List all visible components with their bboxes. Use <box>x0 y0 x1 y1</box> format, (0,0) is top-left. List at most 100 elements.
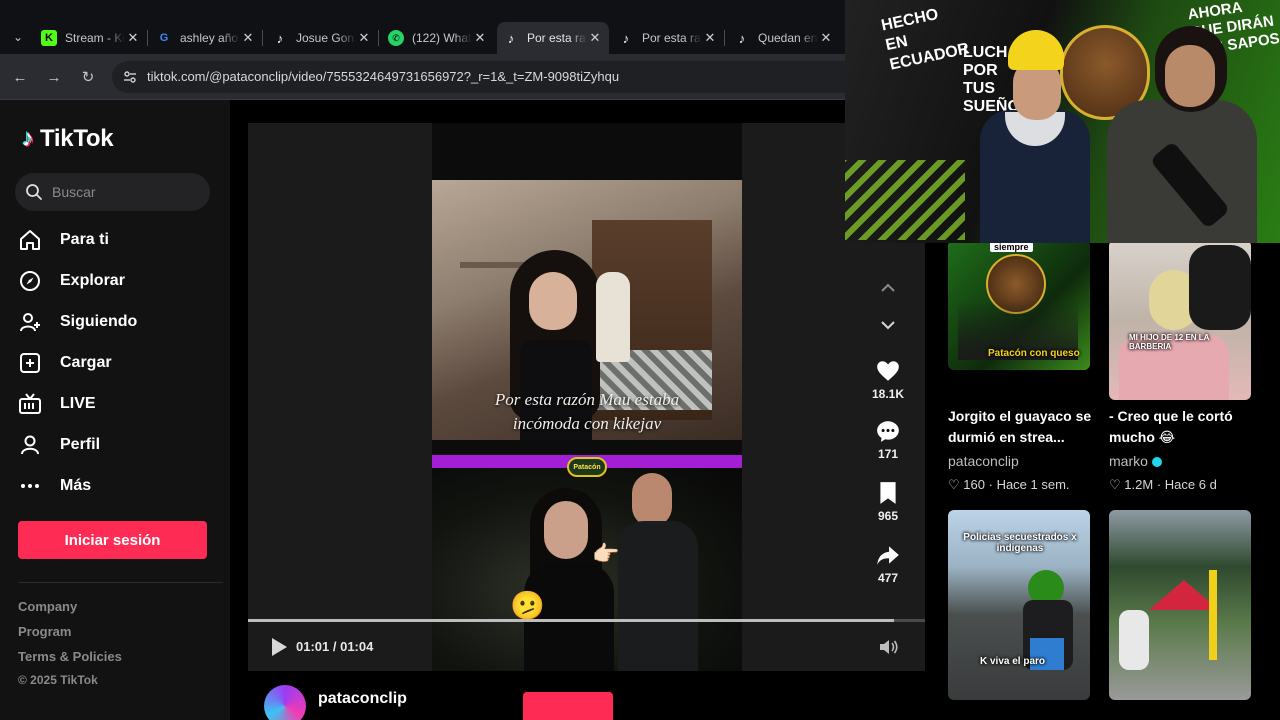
tab-title: Por esta razón <box>642 31 702 45</box>
sidebar-item-label: LIVE <box>60 395 96 412</box>
progress-bar[interactable] <box>248 619 926 622</box>
author-name[interactable]: marko <box>1109 453 1148 469</box>
comment-icon[interactable] <box>866 417 910 445</box>
flag <box>1209 570 1217 660</box>
browser-tab[interactable]: Gashley año ✕ <box>150 22 263 54</box>
recommendation-meta: ♡ 160 · Hace 1 sem. <box>948 477 1070 493</box>
search-box[interactable] <box>15 173 210 211</box>
post-age: Hace 1 sem. <box>996 477 1070 492</box>
heart-icon[interactable] <box>866 357 910 385</box>
tiktok-note-icon: ♪ <box>22 125 34 152</box>
meta-separator: · <box>1156 477 1165 492</box>
tab-title: Por esta razón <box>527 31 587 45</box>
sidebar-item-siguiendo[interactable]: Siguiendo <box>18 304 218 340</box>
recommendation-meta: ♡ 1.2M · Hace 6 d <box>1109 477 1217 493</box>
comment-count: 171 <box>877 447 899 461</box>
sidebar-item-cargar[interactable]: Cargar <box>18 345 218 381</box>
back-arrow-icon[interactable]: ← <box>10 67 30 87</box>
search-input[interactable] <box>52 182 202 202</box>
progress-fill <box>248 619 895 622</box>
recommendation-thumbnail[interactable]: MI HIJO DE 12 EN LA BARBERIA <box>1109 240 1251 400</box>
play-icon[interactable] <box>270 637 288 657</box>
browser-tab[interactable]: ♪ Por esta razón✕ <box>497 22 609 54</box>
author-avatar[interactable] <box>264 685 306 720</box>
whatsapp-icon: ✆ <box>388 30 404 46</box>
video-scene-bedroom: Por esta razón Mau estaba incómoda con k… <box>432 180 742 440</box>
follow-button[interactable] <box>523 692 613 720</box>
video-frame[interactable]: Por esta razón Mau estaba incómoda con k… <box>432 123 742 671</box>
sidebar-item-label: Perfil <box>60 436 101 453</box>
author-name[interactable]: pataconclip <box>318 690 407 708</box>
recommendation-title[interactable]: - Creo que le cortó mucho 😂 <box>1109 406 1264 448</box>
recommendation-thumbnail[interactable] <box>1109 510 1251 700</box>
browser-tab[interactable]: K Stream - Kick✕ <box>35 22 148 54</box>
save-action[interactable]: 965 <box>866 479 910 523</box>
profile-icon <box>18 432 50 458</box>
browser-tab[interactable]: ♪ Quedan en ✕ <box>728 22 840 54</box>
share-action[interactable]: 477 <box>866 541 910 585</box>
search-icon <box>26 184 42 200</box>
tiktok-icon: ♪ <box>276 30 284 46</box>
close-tab-icon[interactable]: ✕ <box>240 30 256 46</box>
next-video-chevron-icon[interactable] <box>878 315 898 335</box>
user-follow-icon <box>18 309 50 335</box>
tiktok-icon: ♪ <box>622 30 630 46</box>
tab-title: (122) WhatsApp <box>412 31 472 45</box>
bookmark-icon[interactable] <box>866 479 910 507</box>
browser-tab[interactable]: ✆ (122) WhatsApp✕ <box>382 22 494 54</box>
man2-body <box>618 521 698 671</box>
tab-title: ashley año <box>180 31 239 45</box>
footer-link-terms[interactable]: Terms & Policies <box>18 649 122 664</box>
recommendation-thumbnail[interactable]: Policias secuestrados x indigenas K viva… <box>948 510 1090 700</box>
share-count: 477 <box>877 571 899 585</box>
close-tab-icon[interactable]: ✕ <box>356 30 372 46</box>
close-tab-icon[interactable]: ✕ <box>472 30 488 46</box>
sidebar-item-label: Cargar <box>60 354 112 371</box>
tab-title: Stream - Kick <box>65 31 125 45</box>
sidebar-item-perfil[interactable]: Perfil <box>18 427 218 463</box>
tiktok-icon: ♪ <box>507 30 515 46</box>
sidebar-item-live[interactable]: LIVE <box>18 386 218 422</box>
comment-action[interactable]: 171 <box>866 417 910 461</box>
reload-icon[interactable]: ↻ <box>78 67 98 87</box>
show-logo-badge: Patacón <box>567 457 607 477</box>
caption-line-1: Por esta razón Mau estaba <box>494 390 680 409</box>
close-tab-icon[interactable]: ✕ <box>818 30 834 46</box>
like-action[interactable]: 18.1K <box>866 357 910 401</box>
tiktok-logo[interactable]: ♪ TikTok <box>22 125 114 153</box>
share-icon[interactable] <box>866 541 910 569</box>
sidebar-item-m-s[interactable]: Más <box>18 468 218 504</box>
green-stripes <box>845 160 965 240</box>
meta-separator: · <box>988 477 997 492</box>
tab-title: Quedan en <box>758 31 818 45</box>
awkward-face-emoji: 🫤 <box>510 590 545 621</box>
site-info-icon[interactable] <box>122 69 138 85</box>
close-tab-icon[interactable]: ✕ <box>125 30 141 46</box>
like-count: 1.2M <box>1124 477 1154 492</box>
tab-search-chevron-icon[interactable]: ⌄ <box>6 25 30 49</box>
browser-tab[interactable]: ♪ Por esta razón✕ <box>612 22 725 54</box>
playback-time: 01:01 / 01:04 <box>296 639 374 654</box>
video-feed: Por esta razón Mau estaba incómoda con k… <box>230 100 926 720</box>
close-tab-icon[interactable]: ✕ <box>587 30 603 46</box>
webcam-overlay: HECHO EN ECUADOR LUCHA POR TUS SUEÑOS AH… <box>845 0 1280 243</box>
volume-icon[interactable] <box>878 637 900 657</box>
sidebar-item-explorar[interactable]: Explorar <box>18 263 218 299</box>
video-player[interactable]: Por esta razón Mau estaba incómoda con k… <box>248 123 926 671</box>
previous-video-chevron-icon[interactable] <box>878 278 898 298</box>
address-bar[interactable]: tiktok.com/@pataconclip/video/7555324649… <box>112 61 852 93</box>
recommendation-author[interactable]: pataconclip <box>948 453 1019 469</box>
footer-link-company[interactable]: Company <box>18 599 77 614</box>
recommendation-author[interactable]: marko <box>1109 453 1162 469</box>
login-button[interactable]: Iniciar sesión <box>18 521 207 559</box>
recommendation-thumbnail[interactable]: siempre Patacón con queso <box>948 240 1090 370</box>
url-text[interactable]: tiktok.com/@pataconclip/video/7555324649… <box>147 69 619 84</box>
browser-tab[interactable]: ♪ Josue González✕ <box>266 22 379 54</box>
close-tab-icon[interactable]: ✕ <box>702 30 718 46</box>
browser-tab-bar: ⌄ KStream - Kick✕Gashley año✕♪Josue Gonz… <box>0 0 845 58</box>
sidebar-item-para-ti[interactable]: Para ti <box>18 222 218 258</box>
sidebar-item-label: Explorar <box>60 272 125 289</box>
recommendation-title[interactable]: Jorgito el guayaco se durmió en strea... <box>948 406 1103 448</box>
forward-arrow-icon[interactable]: → <box>44 67 64 87</box>
footer-link-program[interactable]: Program <box>18 624 71 639</box>
